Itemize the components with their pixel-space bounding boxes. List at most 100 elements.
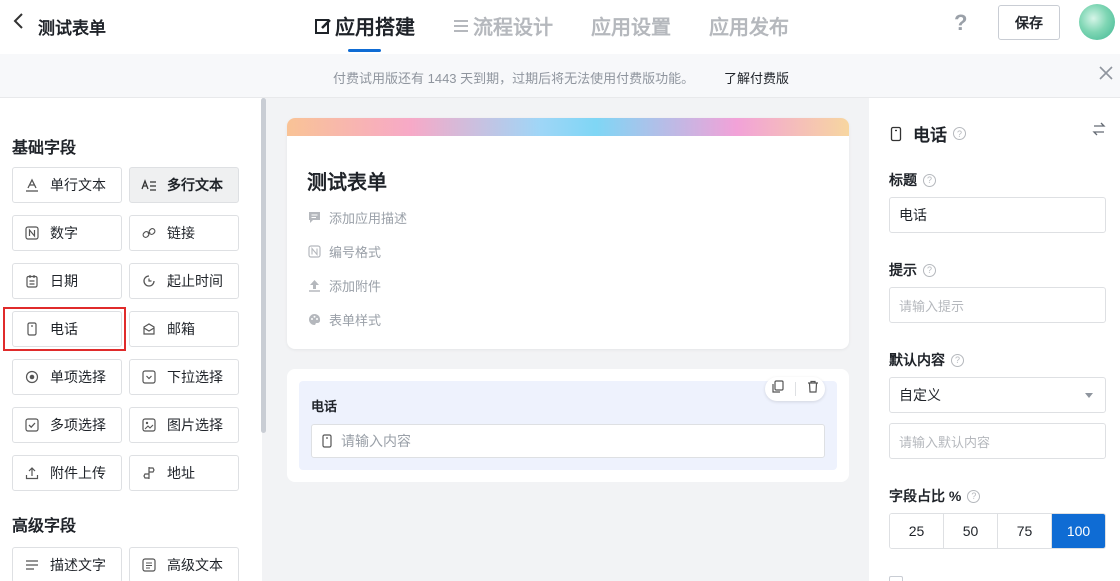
dropdown-icon: [141, 369, 157, 385]
default-mode-select[interactable]: 自定义: [889, 377, 1106, 413]
field-label: 描述文字: [50, 557, 106, 573]
field-link[interactable]: 链接: [129, 215, 239, 251]
toolbar-divider: [794, 382, 796, 396]
tab-app-publish[interactable]: 应用发布: [709, 11, 789, 40]
save-button[interactable]: 保存: [998, 5, 1060, 40]
help-icon[interactable]: ?: [967, 489, 981, 503]
number-format-option[interactable]: 编号格式: [307, 242, 381, 261]
option-label: 编号格式: [329, 245, 382, 260]
canvas-phone-input[interactable]: 请输入内容: [311, 424, 825, 458]
tab-label: 应用设置: [591, 17, 671, 39]
image-icon: [141, 417, 157, 433]
advanced-fields-title: 高级字段: [12, 518, 77, 535]
default-value-input[interactable]: 请输入默认内容: [889, 423, 1106, 459]
rich-text-icon: [141, 557, 157, 573]
title-input[interactable]: 电话: [889, 197, 1106, 233]
avatar[interactable]: [1079, 4, 1115, 40]
required-checkbox[interactable]: [889, 576, 903, 581]
input-placeholder: 请输入内容: [341, 433, 411, 449]
calendar-icon: [24, 273, 40, 289]
option-label: 添加附件: [329, 279, 382, 294]
phone-icon: [320, 434, 334, 448]
field-number[interactable]: 数字: [12, 215, 122, 251]
description-icon: [24, 557, 40, 573]
tab-label: 应用发布: [709, 17, 789, 39]
field-description-text[interactable]: 描述文字: [12, 547, 122, 581]
field-label: 日期: [50, 273, 78, 289]
copy-icon[interactable]: [771, 380, 784, 398]
field-time-range[interactable]: 起止时间: [129, 263, 239, 299]
tab-flow-design[interactable]: 流程设计: [451, 11, 553, 40]
single-line-text-icon: [24, 177, 40, 193]
hint-label: 提示 ?: [889, 260, 936, 280]
default-mode-value: 自定义: [899, 387, 941, 403]
field-image-choice[interactable]: 图片选择: [129, 407, 239, 443]
upload-icon: [24, 465, 40, 481]
chevron-left-icon[interactable]: [12, 12, 26, 35]
field-dropdown[interactable]: 下拉选择: [129, 359, 239, 395]
field-label: 数字: [50, 225, 78, 241]
field-single-line-text[interactable]: 单行文本: [12, 167, 122, 203]
link-icon: [141, 225, 157, 241]
highlight-phone-field: [3, 307, 126, 351]
field-ratio-selector: 25 50 75 100: [889, 513, 1106, 549]
default-label-text: 默认内容: [889, 352, 945, 368]
help-icon[interactable]: ?: [954, 10, 974, 35]
form-name: 测试表单: [38, 19, 106, 38]
ratio-option-100[interactable]: 100: [1052, 514, 1105, 548]
tab-app-settings[interactable]: 应用设置: [591, 11, 671, 40]
help-icon[interactable]: ?: [923, 263, 936, 277]
field-rich-text[interactable]: 高级文本: [129, 547, 239, 581]
radio-icon: [24, 369, 40, 385]
properties-title: 电话 ?: [889, 121, 966, 146]
hint-input[interactable]: 请输入提示: [889, 287, 1106, 323]
form-header-card[interactable]: 测试表单 添加应用描述 编号格式 添加附件 表单样式: [287, 118, 849, 349]
canvas-field-label: 电话: [311, 399, 338, 414]
help-icon[interactable]: ?: [923, 173, 936, 187]
tab-label: 流程设计: [473, 17, 553, 39]
phone-icon: [889, 126, 905, 142]
field-address[interactable]: 地址: [129, 455, 239, 491]
ratio-option-50[interactable]: 50: [944, 514, 998, 548]
pricing-link[interactable]: 了解付费版: [724, 68, 789, 87]
trial-notice-bar: 付费试用版还有 1443 天到期，过期后将无法使用付费版功能。 了解付费版: [0, 54, 1120, 98]
tab-app-build[interactable]: 应用搭建: [313, 11, 415, 40]
add-description-option[interactable]: 添加应用描述: [307, 208, 407, 227]
ratio-option-75[interactable]: 75: [998, 514, 1052, 548]
add-attachment-option[interactable]: 添加附件: [307, 276, 381, 295]
form-title[interactable]: 测试表单: [307, 166, 387, 195]
field-multi-choice[interactable]: 多项选择: [12, 407, 122, 443]
basic-fields-title: 基础字段: [12, 140, 77, 157]
swap-icon[interactable]: [1092, 122, 1106, 140]
ratio-label-text: 字段占比 %: [889, 488, 962, 504]
number-format-icon: [307, 244, 322, 259]
comment-icon: [307, 210, 322, 225]
field-multi-line-text[interactable]: 多行文本: [129, 167, 239, 203]
ratio-label: 字段占比 % ?: [889, 486, 981, 506]
option-label: 表单样式: [329, 313, 382, 328]
time-range-icon: [141, 273, 157, 289]
field-single-choice[interactable]: 单项选择: [12, 359, 122, 395]
form-style-option[interactable]: 表单样式: [307, 310, 381, 329]
field-label: 附件上传: [50, 465, 106, 481]
default-label: 默认内容 ?: [889, 350, 964, 370]
form-banner: [287, 118, 849, 136]
ratio-option-25[interactable]: 25: [890, 514, 944, 548]
upload-icon: [307, 278, 322, 293]
properties-title-text: 电话: [913, 126, 947, 145]
help-icon[interactable]: ?: [953, 127, 966, 140]
field-toolbar: [765, 377, 825, 401]
field-label: 图片选择: [167, 417, 223, 433]
trial-notice-text: 付费试用版还有 1443 天到期，过期后将无法使用付费版功能。: [333, 71, 695, 86]
close-icon[interactable]: [1099, 64, 1113, 85]
field-email[interactable]: 邮箱: [129, 311, 239, 347]
help-icon[interactable]: ?: [951, 353, 964, 367]
field-attachment[interactable]: 附件上传: [12, 455, 122, 491]
delete-icon[interactable]: [807, 380, 819, 398]
chevron-down-icon: [1085, 393, 1093, 398]
checkbox-icon: [24, 417, 40, 433]
mail-icon: [141, 321, 157, 337]
field-label: 多项选择: [50, 417, 106, 433]
field-label: 高级文本: [167, 557, 223, 573]
field-date[interactable]: 日期: [12, 263, 122, 299]
